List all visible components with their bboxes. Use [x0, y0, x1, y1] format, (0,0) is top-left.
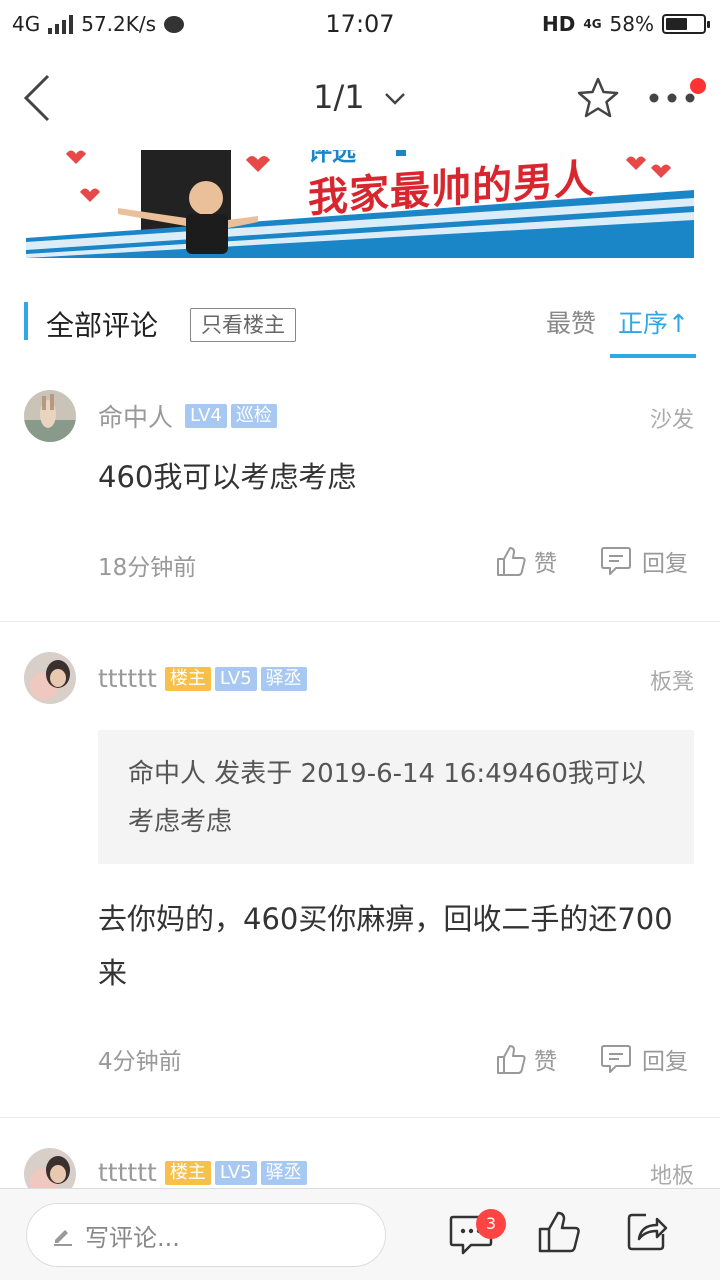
floor-label: 地板 — [649, 1164, 694, 1188]
battery-icon — [662, 14, 710, 34]
comment-count-badge: 3 — [476, 1209, 506, 1239]
role-tag: 驿丞 — [260, 1160, 307, 1185]
comment-item: 命中人 LV4 巡检 沙发 460我可以考虑考虑 18分钟前 赞 回复 — [0, 388, 720, 621]
status-bar: 4G 57.2K/s 17:07 HD 4G 58% — [0, 0, 720, 50]
only-op-button[interactable]: 只看楼主 — [190, 308, 296, 342]
comment-item: tttttt 楼主 LV5 驿丞 板凳 命中人 发表于 2019-6-14 16… — [0, 650, 720, 1116]
op-tag: 楼主 — [164, 1160, 211, 1185]
favorite-button[interactable] — [576, 76, 620, 120]
role-tag: 驿丞 — [260, 666, 307, 691]
floor-label: 板凳 — [649, 670, 694, 695]
hd-network: 4G — [583, 17, 602, 31]
comment-author[interactable]: 命中人 LV4 巡检 — [98, 398, 277, 434]
comment-time: 18分钟前 — [98, 555, 197, 581]
like-button[interactable]: 赞 — [496, 544, 557, 578]
avatar[interactable] — [24, 1148, 76, 1188]
page-indicator-label: 1/1 — [313, 78, 365, 116]
like-button[interactable]: 赞 — [496, 1042, 557, 1076]
like-label: 赞 — [534, 551, 557, 577]
battery-percent: 58% — [609, 12, 654, 36]
reply-bubble-icon — [601, 1045, 631, 1073]
hd-label: HD — [542, 12, 576, 36]
sort-best-tab[interactable]: 最赞 — [546, 304, 596, 340]
bottom-bar: 写评论... 3 — [0, 1188, 720, 1280]
comment-author[interactable]: tttttt 楼主 LV5 驿丞 — [98, 1158, 307, 1187]
write-comment-placeholder: 写评论... — [85, 1223, 180, 1252]
reply-label: 回复 — [642, 1049, 688, 1075]
sort-chronological-tab[interactable]: 正序↑ — [618, 304, 689, 340]
avatar[interactable] — [24, 652, 76, 704]
author-name: tttttt — [98, 1158, 157, 1187]
thumbs-up-icon — [538, 1211, 580, 1253]
author-name: tttttt — [98, 664, 157, 693]
role-tag: 巡检 — [230, 404, 277, 428]
pencil-icon — [54, 1230, 72, 1246]
chevron-down-icon — [384, 93, 405, 105]
reply-label: 回复 — [642, 551, 688, 577]
write-comment-input[interactable]: 写评论... — [26, 1203, 386, 1267]
nav-bar: 1/1 — [0, 50, 720, 146]
avatar-image — [24, 390, 76, 442]
share-button[interactable] — [624, 1209, 670, 1255]
comments-header: 全部评论 只看楼主 最赞 正序↑ — [0, 288, 720, 358]
quoted-comment: 命中人 发表于 2019-6-14 16:49460我可以考虑考虑 — [98, 730, 694, 864]
notification-dot — [690, 78, 706, 94]
active-tab-indicator — [610, 354, 696, 358]
avatar-image — [24, 652, 76, 704]
reply-bubble-icon — [601, 547, 631, 575]
comment-item: tttttt 楼主 LV5 驿丞 地板 — [0, 1146, 720, 1188]
reply-button[interactable]: 回复 — [600, 544, 688, 578]
share-icon — [627, 1213, 668, 1251]
comment-author[interactable]: tttttt 楼主 LV5 驿丞 — [98, 664, 307, 693]
post-image-banner: 我家最帅的男人 评选 — [26, 150, 694, 258]
comment-time: 4分钟前 — [98, 1049, 182, 1075]
section-accent-bar — [24, 302, 28, 340]
floor-label: 沙发 — [649, 408, 694, 433]
thumbs-up-icon — [497, 1045, 526, 1074]
status-right: HD 4G 58% — [542, 12, 710, 36]
avatar[interactable] — [24, 390, 76, 442]
author-name: 命中人 — [98, 403, 174, 432]
star-icon — [577, 77, 619, 118]
avatar-image — [24, 1148, 76, 1188]
like-label: 赞 — [534, 1049, 557, 1075]
divider — [0, 621, 720, 622]
thumbs-up-icon — [497, 547, 526, 576]
like-post-button[interactable] — [536, 1209, 582, 1255]
level-tag: LV5 — [214, 1160, 257, 1185]
reply-button[interactable]: 回复 — [600, 1042, 688, 1076]
level-tag: LV5 — [214, 666, 257, 691]
all-comments-title: 全部评论 — [46, 309, 159, 342]
level-tag: LV4 — [185, 404, 227, 428]
banner-partial-title: 评选 — [308, 150, 356, 166]
comment-text: 去你妈的，460买你麻痹，回收二手的还700来 — [98, 902, 673, 990]
comment-text: 460我可以考虑考虑 — [98, 460, 357, 494]
divider — [0, 1117, 720, 1118]
op-tag: 楼主 — [164, 666, 211, 691]
